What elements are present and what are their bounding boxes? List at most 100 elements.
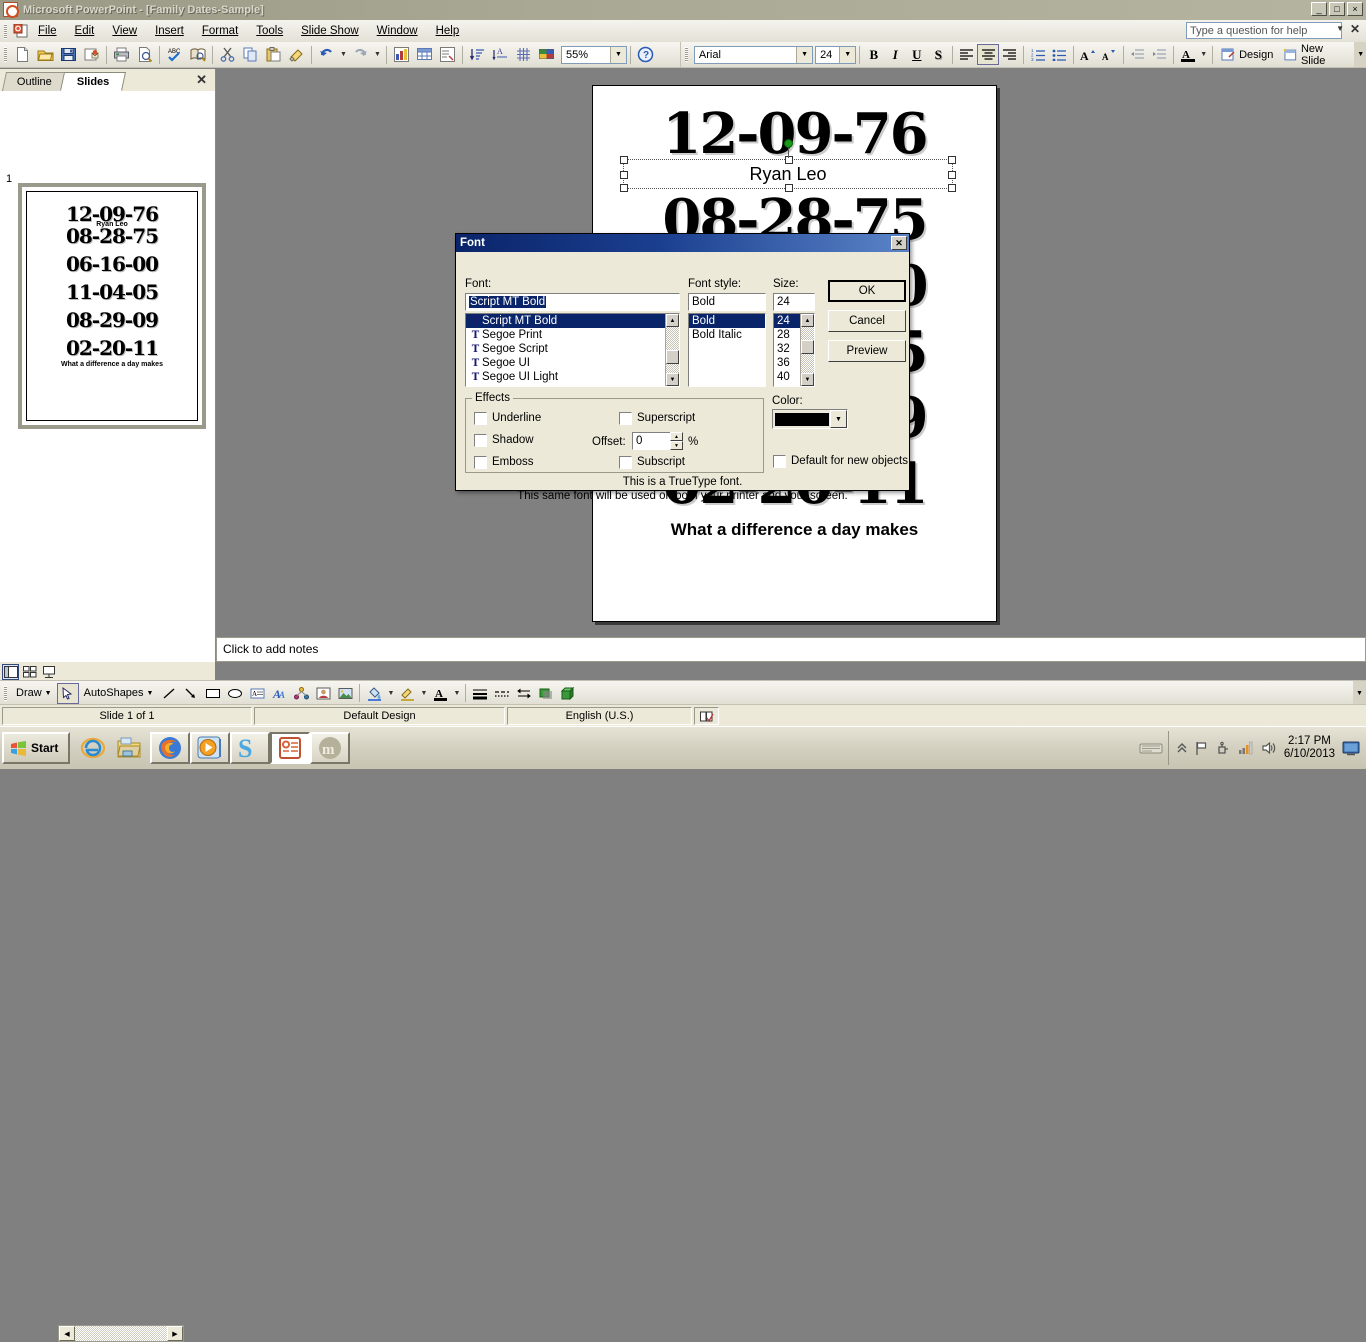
taskbar-media-player[interactable]	[190, 732, 231, 764]
font-color-dropdown-icon[interactable]: ▼	[1198, 51, 1209, 58]
resize-handle-e[interactable]	[948, 171, 956, 179]
style-list-item-0[interactable]: Bold	[689, 314, 765, 328]
new-slide-button[interactable]: New Slide	[1278, 43, 1354, 67]
font-list-item-2[interactable]: T Segoe Script	[466, 342, 679, 356]
line-icon[interactable]	[158, 683, 180, 704]
scroll-down-icon[interactable]: ▼	[801, 373, 814, 386]
cancel-button[interactable]: Cancel	[828, 310, 906, 332]
sort-icon[interactable]	[466, 44, 489, 66]
align-left-icon[interactable]	[956, 44, 977, 65]
text-box-icon[interactable]: A	[246, 683, 268, 704]
decrease-font-size-icon[interactable]: A	[1099, 44, 1120, 65]
design-button[interactable]: Design	[1216, 48, 1278, 62]
size-input[interactable]: 24	[773, 293, 815, 311]
line-color-icon[interactable]	[396, 683, 418, 704]
superscript-checkbox[interactable]	[619, 412, 632, 425]
pane-horizontal-scrollbar[interactable]: ◀ ▶	[58, 1325, 184, 1342]
flag-icon[interactable]	[1194, 741, 1209, 756]
menu-view[interactable]: View	[103, 22, 146, 40]
chevron-down-icon[interactable]: ▼	[147, 690, 154, 697]
clock[interactable]: 2:17 PM 6/10/2013	[1284, 735, 1335, 761]
volume-icon[interactable]	[1261, 741, 1277, 755]
scroll-down-icon[interactable]: ▼	[666, 373, 679, 386]
font-list[interactable]: T Script MT Bold T Segoe Print T Segoe Scri…	[465, 313, 680, 387]
align-right-icon[interactable]	[999, 44, 1020, 65]
dash-style-icon[interactable]	[491, 683, 513, 704]
ok-button[interactable]: OK	[828, 280, 906, 302]
select-objects-icon[interactable]	[56, 682, 79, 704]
show-grid-icon[interactable]	[512, 44, 535, 66]
line-color-dropdown-icon[interactable]: ▼	[418, 690, 429, 697]
menu-tools[interactable]: Tools	[247, 22, 292, 40]
tab-slides[interactable]: Slides	[59, 72, 127, 91]
preview-button[interactable]: Preview	[828, 340, 906, 362]
undo-dropdown-icon[interactable]: ▼	[338, 51, 349, 58]
line-style-icon[interactable]	[469, 683, 491, 704]
resize-handle-w[interactable]	[620, 171, 628, 179]
scroll-left-icon[interactable]: ◀	[59, 1326, 75, 1341]
font-list-item-1[interactable]: T Segoe Print	[466, 328, 679, 342]
open-icon[interactable]	[34, 44, 57, 66]
dialog-close-button[interactable]: ✕	[891, 236, 907, 250]
network-icon[interactable]	[1238, 741, 1254, 755]
scroll-up-icon[interactable]: ▲	[666, 314, 679, 327]
close-button[interactable]: ×	[1347, 2, 1363, 16]
emboss-checkbox[interactable]	[474, 456, 487, 469]
taskbar-powerpoint[interactable]	[270, 732, 311, 764]
scrollbar-thumb[interactable]	[801, 340, 814, 354]
new-icon[interactable]	[11, 44, 34, 66]
menu-edit[interactable]: Edit	[66, 22, 104, 40]
shadow-button[interactable]: S	[928, 44, 949, 65]
slide-sorter-view-button[interactable]	[21, 664, 38, 680]
font-color-icon[interactable]: A	[429, 683, 451, 704]
help-icon[interactable]: ?	[634, 44, 657, 66]
numbered-list-icon[interactable]: 123	[1027, 44, 1048, 65]
close-pane-icon[interactable]: ✕	[196, 72, 207, 88]
resize-handle-se[interactable]	[948, 184, 956, 192]
arrow-icon[interactable]	[180, 683, 202, 704]
insert-table-icon[interactable]	[413, 44, 436, 66]
chevron-down-icon[interactable]: ▼	[610, 46, 626, 63]
wordart-icon[interactable]: AA	[268, 683, 290, 704]
selected-text-box[interactable]: Ryan Leo	[620, 139, 956, 192]
picture-icon[interactable]	[334, 683, 356, 704]
autoshapes-menu-button[interactable]: AutoShapes ▼	[79, 687, 159, 699]
menu-format[interactable]: Format	[193, 22, 247, 40]
drawing-toolbar-options-button[interactable]: ▼	[1353, 680, 1366, 706]
resize-handle-sw[interactable]	[620, 184, 628, 192]
keyboard-icon[interactable]	[1134, 732, 1168, 764]
fill-color-dropdown-icon[interactable]: ▼	[385, 690, 396, 697]
internet-explorer-icon[interactable]	[76, 732, 110, 764]
menu-help[interactable]: Help	[427, 22, 469, 40]
align-center-icon[interactable]	[977, 44, 999, 65]
font-name-combobox[interactable]: Arial ▼	[693, 45, 814, 64]
show-hidden-icons-icon[interactable]	[1177, 741, 1187, 755]
3d-style-icon[interactable]	[557, 683, 579, 704]
increase-font-size-icon[interactable]: A	[1077, 44, 1098, 65]
font-name-input[interactable]: Script MT Bold	[465, 293, 680, 311]
font-list-item-0[interactable]: T Script MT Bold	[466, 314, 669, 328]
normal-view-button[interactable]	[2, 664, 19, 680]
bold-button[interactable]: B	[863, 44, 884, 65]
default-for-new-objects-checkbox[interactable]	[773, 455, 786, 468]
offset-input[interactable]: 0	[632, 432, 674, 450]
font-size-combobox[interactable]: 24 ▼	[815, 45, 857, 64]
font-color-dropdown-icon[interactable]: ▼	[451, 690, 462, 697]
font-list-item-4[interactable]: T Segoe UI Light	[466, 370, 679, 384]
chevron-down-icon[interactable]: ▼	[45, 690, 52, 697]
spelling-icon[interactable]: ABC	[163, 44, 186, 66]
resize-handle-ne[interactable]	[948, 156, 956, 164]
notes-pane[interactable]: Click to add notes	[216, 637, 1366, 662]
decrease-indent-icon[interactable]	[1127, 44, 1148, 65]
style-list-item-1[interactable]: Bold Italic	[689, 328, 765, 342]
menu-file[interactable]: File	[29, 22, 66, 40]
undo-icon[interactable]	[315, 44, 338, 66]
font-style-list[interactable]: Bold Bold Italic	[688, 313, 766, 387]
taskbar-moodle[interactable]: m	[310, 732, 351, 764]
insert-chart-icon[interactable]	[390, 44, 413, 66]
slide-show-view-button[interactable]	[40, 664, 57, 680]
redo-dropdown-icon[interactable]: ▼	[372, 51, 383, 58]
font-style-input[interactable]: Bold	[688, 293, 766, 311]
size-list-scrollbar[interactable]: ▲ ▼	[800, 314, 814, 386]
menu-window[interactable]: Window	[368, 22, 427, 40]
